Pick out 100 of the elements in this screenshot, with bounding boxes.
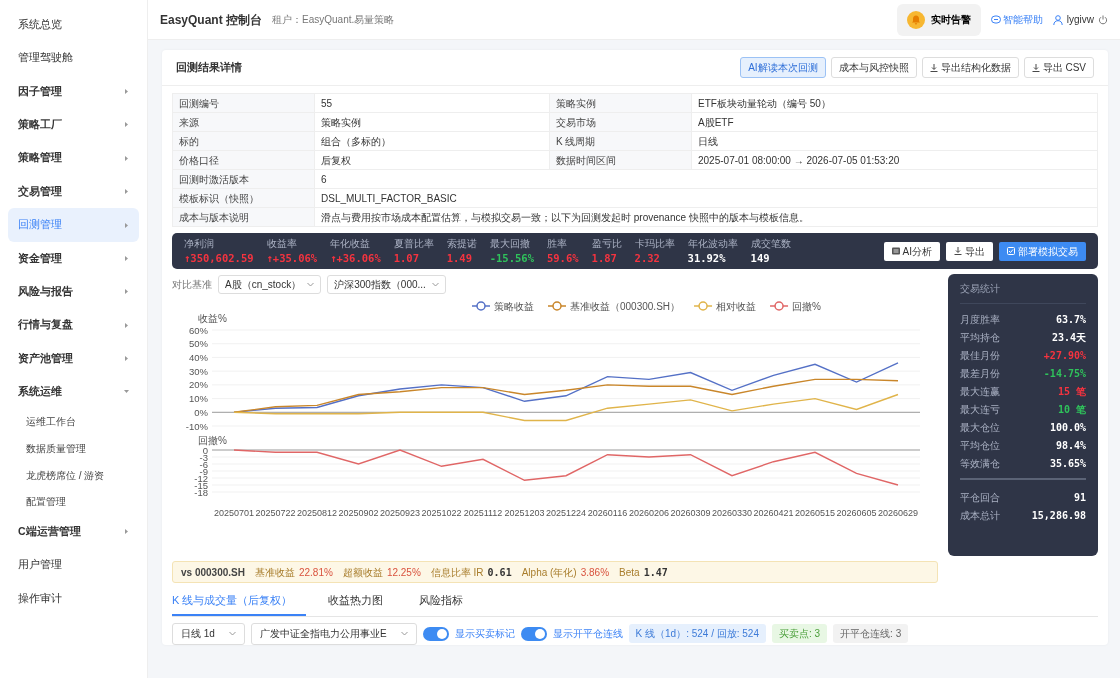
action-button[interactable]: 导出 <box>946 241 993 261</box>
sidebar-item[interactable]: 因子管理 <box>8 74 139 109</box>
sidebar-item[interactable]: 策略工厂 <box>8 108 139 142</box>
tab[interactable]: 风险指标 <box>419 587 478 616</box>
tick-label: 20251112 <box>463 508 503 518</box>
metric-value: 59.6% <box>546 250 579 266</box>
tick-label: 20260515 <box>795 508 835 518</box>
stat-label: 最大连亏 <box>960 402 1000 417</box>
tick-label: 60% <box>189 324 208 336</box>
toggle-label: 显示开平仓连线 <box>552 627 623 641</box>
tick-label: 20250902 <box>338 508 379 518</box>
tick-label: 20251203 <box>504 508 545 518</box>
metric-value: ↑+35.06% <box>266 250 318 266</box>
sidebar-item[interactable]: 资金管理 <box>8 241 139 276</box>
sidebar-subitem[interactable]: 运维工作台 <box>0 408 147 436</box>
sidebar-subitem[interactable]: 龙虎榜席位 / 游资 <box>0 461 147 489</box>
action-button[interactable]: 成本与风控快照 <box>830 57 917 78</box>
action-button[interactable]: 导出 CSV <box>1023 57 1094 78</box>
tick-label: -10% <box>185 420 208 432</box>
stat-value: 91 <box>1073 490 1086 505</box>
chevron-icon <box>431 281 439 287</box>
strip-label: 信息比率 IR <box>430 565 484 580</box>
chart-icon <box>891 247 900 255</box>
select-field[interactable]: 日线 1d <box>172 622 245 645</box>
toggle-switch[interactable] <box>422 626 449 641</box>
download-icon <box>1031 63 1040 72</box>
metric-label: 胜率 <box>546 236 568 251</box>
legend-label: 基准收益（000300.SH） <box>570 300 681 312</box>
benchmark-title: vs 000300.SH <box>181 565 245 580</box>
stat-label: 最佳月份 <box>960 348 1000 363</box>
tick-label: 0% <box>194 406 208 418</box>
chevron-icon <box>400 631 408 636</box>
stat-value: 63.7% <box>1055 312 1086 327</box>
tick-label: 30% <box>189 365 208 377</box>
metric-label: 夏普比率 <box>393 236 434 251</box>
user-name[interactable]: lygivw <box>1066 12 1094 27</box>
legend-item: 相对收益 <box>693 300 757 312</box>
help-link[interactable]: 智能帮助 <box>990 12 1043 27</box>
sidebar-item[interactable]: 系统总览 <box>8 8 139 42</box>
sidebar-item[interactable]: 交易管理 <box>8 174 139 209</box>
benchmark-select[interactable]: A股（cn_stock） <box>218 274 322 294</box>
stat-value: 15,286.98 <box>1031 508 1086 523</box>
tick-label: 20260421 <box>753 508 794 518</box>
metric-value: 2.32 <box>634 250 661 266</box>
sidebar-item[interactable]: 操作审计 <box>8 581 139 616</box>
legend-item: 策略收益 <box>471 300 534 312</box>
tick-label: 20250722 <box>255 508 296 518</box>
panel-title: 交易统计 <box>960 274 1086 304</box>
axis-title: 收益% <box>198 313 227 324</box>
metric-value: 149 <box>750 250 771 266</box>
action-button[interactable]: 导出结构化数据 <box>921 57 1019 78</box>
tick-label: 20% <box>189 379 208 391</box>
tick-label: 10% <box>189 393 208 405</box>
sidebar-subitem[interactable]: 配置管理 <box>0 488 147 516</box>
stat-label: 平仓回合 <box>960 490 1000 505</box>
metric-value: 1.49 <box>446 250 473 266</box>
toggle-switch[interactable] <box>520 626 547 641</box>
field-value: ETF板块动量轮动（编号 50） <box>691 93 1098 113</box>
bell-icon <box>906 10 925 29</box>
caret-icon <box>124 356 129 362</box>
caret-icon <box>124 322 129 328</box>
action-button[interactable]: AI解读本次回测 <box>740 57 826 78</box>
benchmark-select[interactable]: 沪深300指数（000... <box>327 274 446 294</box>
field-label: 策略实例 <box>549 93 692 113</box>
sidebar-subitem[interactable]: 数据质量管理 <box>0 435 147 462</box>
strip-label: Beta <box>619 565 640 580</box>
sidebar-item[interactable]: 资产池管理 <box>8 341 139 376</box>
tick-label: 20260206 <box>629 508 669 518</box>
card-title: 回测结果详情 <box>176 60 242 76</box>
action-button[interactable]: AI分析 <box>883 241 940 261</box>
sidebar-item[interactable]: C端运营管理 <box>8 515 139 549</box>
caret-icon <box>124 88 129 94</box>
field-value: 后复权 <box>314 150 550 170</box>
sidebar-item[interactable]: 策略管理 <box>8 141 139 175</box>
sidebar-item[interactable]: 系统运维 <box>8 375 139 409</box>
tick-label: 20260605 <box>836 508 877 518</box>
select-field[interactable]: 广发中证全指电力公用事业E <box>250 622 417 645</box>
alert-button[interactable]: 实时告警 <box>896 3 981 36</box>
app-title: EasyQuant 控制台 <box>160 11 263 29</box>
sidebar-item[interactable]: 管理驾驶舱 <box>8 41 139 75</box>
metric-value: ↑+36.06% <box>330 250 381 266</box>
stat-label: 月度胜率 <box>960 312 1000 327</box>
caret-icon <box>124 289 129 295</box>
tab[interactable]: 收益热力图 <box>328 587 398 616</box>
count-tag: 买卖点: 3 <box>771 624 828 643</box>
tick-label: 20260116 <box>587 508 628 518</box>
sidebar-item[interactable]: 行情与复盘 <box>8 308 139 342</box>
metric-label: 年化收益 <box>330 236 372 251</box>
tab[interactable]: K 线与成交量（后复权） <box>172 587 307 616</box>
sidebar-item[interactable]: 用户管理 <box>8 548 139 582</box>
metric-label: 最大回撤 <box>489 236 531 251</box>
tick-label: 40% <box>189 351 208 363</box>
tick-label: 0 <box>202 444 208 456</box>
sidebar-item[interactable]: 风险与报告 <box>8 275 139 309</box>
stat-value: 100.0% <box>1049 420 1086 435</box>
strip-label: 基准收益 <box>254 565 295 580</box>
stat-label: 最大连赢 <box>960 384 1000 399</box>
tick-label: 20260330 <box>712 508 752 518</box>
field-value: 55 <box>314 93 550 113</box>
chat-icon <box>990 14 1001 25</box>
